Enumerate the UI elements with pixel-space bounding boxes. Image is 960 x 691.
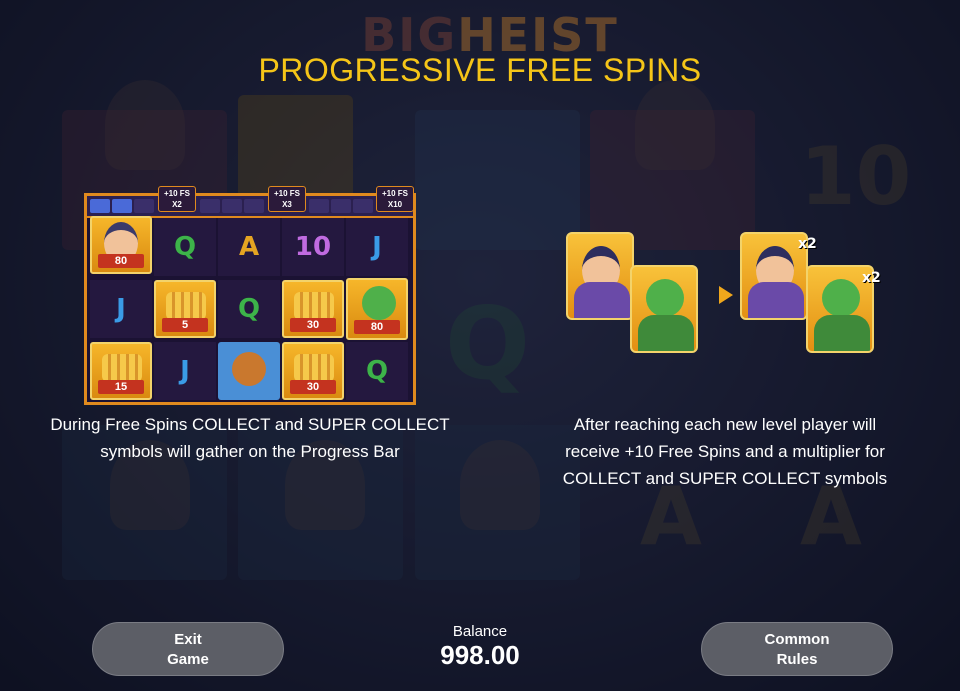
progress-marker-label: +10 FS [273, 189, 300, 198]
left-description: During Free Spins COLLECT and SUPER COLL… [20, 411, 480, 465]
grid-cell-q: Q [154, 218, 216, 276]
coins-icon [102, 354, 142, 382]
progress-cell [200, 199, 220, 213]
game-screen: 10 Q A A BIGHEIST PROGRESSIVE FREE SPINS… [0, 0, 960, 691]
grid-cell-j: J [90, 280, 152, 338]
right-description-line: COLLECT and SUPER COLLECT symbols [562, 469, 888, 488]
exit-game-label: Game [167, 651, 209, 668]
left-description-line: symbols will gather on the Progress Bar [100, 442, 400, 461]
multiplier-badge: x2 [862, 270, 881, 286]
progress-cell-filled [112, 199, 132, 213]
progress-marker-multiplier: X2 [172, 200, 182, 209]
progress-marker-label: +10 FS [381, 189, 408, 198]
common-rules-button[interactable]: Common Rules [701, 622, 893, 676]
robber-card [566, 232, 634, 320]
super-collect-body [814, 315, 870, 351]
coins-icon [294, 292, 334, 320]
exit-game-button[interactable]: Exit Game [92, 622, 284, 676]
grid-cell-robber-collect: 80 [90, 216, 152, 274]
exit-game-label: Exit [174, 631, 202, 648]
multiplier-badge: x2 [798, 236, 817, 252]
progress-marker: +10 FS X10 [376, 186, 414, 212]
grid-cell-j: J [346, 218, 408, 276]
grid-cell-q: Q [218, 280, 280, 338]
grid-cell-super-collect: 80 [346, 278, 408, 340]
symbol-value: 5 [162, 318, 208, 332]
grid-cell-coins: 30 [282, 280, 344, 338]
symbol-value: 30 [290, 318, 336, 332]
super-collect-icon [646, 279, 684, 317]
arrow-right-icon [719, 286, 733, 304]
grid-cell-coins: 5 [154, 280, 216, 338]
progress-cell [309, 199, 329, 213]
right-description-line: receive +10 Free Spins and a multiplier … [565, 442, 885, 461]
page-title: PROGRESSIVE FREE SPINS [258, 52, 702, 88]
symbol-value: 80 [354, 320, 400, 334]
grid-cell-a: A [218, 218, 280, 276]
free-spins-grid-illustration: +10 FS X2 +10 FS X3 +10 FS X10 80 Q A 10… [84, 186, 416, 405]
left-description-line: During Free Spins COLLECT and SUPER COLL… [50, 415, 450, 434]
progress-cell [353, 199, 373, 213]
progress-marker: +10 FS X3 [268, 186, 306, 212]
right-description: After reaching each new level player wil… [505, 411, 945, 492]
grid-cell-q: Q [346, 342, 408, 400]
common-rules-label: Rules [776, 651, 818, 668]
progress-cell [134, 199, 154, 213]
balance-value: 998.00 [440, 640, 520, 670]
symbol-value: 30 [290, 380, 336, 394]
robber-body [574, 282, 630, 318]
symbol-value: 15 [98, 380, 144, 394]
progress-cell [244, 199, 264, 213]
super-collect-icon [362, 286, 396, 320]
progress-cell [331, 199, 351, 213]
grid-cell-dog [218, 342, 280, 400]
grid-cell-coins: 15 [90, 342, 152, 400]
grid-cell-10: 10 [282, 218, 344, 276]
progress-marker-label: +10 FS [163, 189, 190, 198]
grid-cell-coins: 30 [282, 342, 344, 400]
progress-marker: +10 FS X2 [158, 186, 196, 212]
common-rules-label: Common [764, 631, 830, 648]
robber-body [748, 282, 804, 318]
balance-label: Balance [452, 623, 508, 640]
progress-cell-filled [90, 199, 110, 213]
symbol-value: 80 [98, 254, 144, 268]
dog-icon [232, 352, 266, 386]
right-description-line: After reaching each new level player wil… [573, 415, 877, 434]
progress-marker-multiplier: X10 [387, 200, 403, 209]
super-collect-icon [822, 279, 860, 317]
super-collect-card [630, 265, 698, 353]
super-collect-body [638, 315, 694, 351]
progress-marker-multiplier: X3 [282, 200, 292, 209]
progress-bar: +10 FS X2 +10 FS X3 +10 FS X10 [87, 186, 414, 218]
coins-icon [294, 354, 334, 382]
progress-cell [222, 199, 242, 213]
grid-cell-j: J [154, 342, 216, 400]
coins-icon [166, 292, 206, 320]
